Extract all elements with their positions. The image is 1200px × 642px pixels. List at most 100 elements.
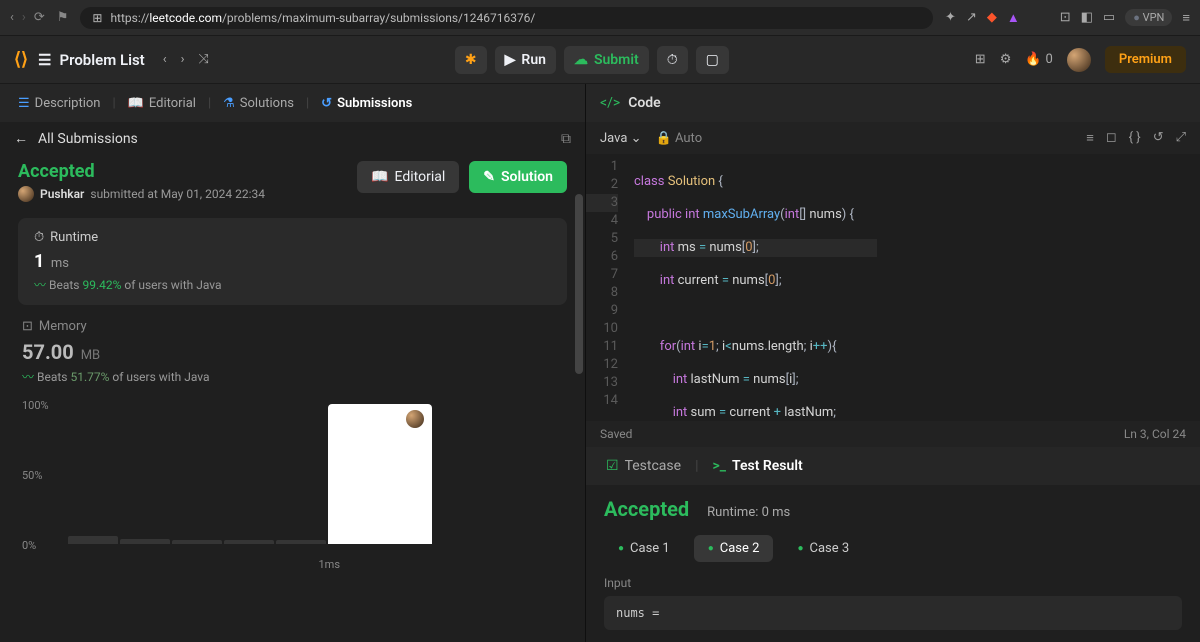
notes-button[interactable]: ▢ (696, 46, 729, 74)
tab-test-result[interactable]: >_Test Result (706, 454, 808, 478)
code-icon: </> (600, 95, 620, 111)
chart-icon: 〰 (22, 370, 34, 384)
forward-icon[interactable]: › (22, 10, 26, 25)
code-editor[interactable]: 1234567891011121314 class Solution { pub… (586, 154, 1200, 421)
vpn-badge[interactable]: ● VPN (1125, 9, 1172, 26)
layout-icon[interactable]: ⊞ (975, 52, 986, 67)
all-submissions-link[interactable]: All Submissions (38, 131, 138, 147)
marker-avatar (406, 410, 424, 428)
y-axis-0: 0% (22, 539, 36, 552)
verdict-title: Accepted (18, 161, 265, 182)
share-icon[interactable]: ↗ (966, 10, 977, 25)
problem-list-button[interactable]: ☰ Problem List (38, 51, 145, 69)
result-runtime: Runtime: 0 ms (707, 505, 790, 520)
menu-icon[interactable]: ≡ (1182, 10, 1190, 26)
submission-meta: Pushkar submitted at May 01, 2024 22:34 (18, 186, 265, 202)
next-problem-icon[interactable]: › (181, 52, 185, 67)
run-button[interactable]: ▶Run (495, 46, 556, 74)
lock-icon: ⊞ (92, 11, 102, 25)
code-header: </> Code (586, 84, 1200, 122)
case-2[interactable]: ●Case 2 (694, 535, 774, 562)
bar (68, 536, 118, 544)
app-toolbar: ⟨⟩ ☰ Problem List ‹ › ⤨ ✱ ▶Run ☁Submit ⏱… (0, 36, 1200, 84)
brave-icon[interactable]: ◆ (987, 10, 997, 25)
editorial-button[interactable]: 📖Editorial (357, 161, 459, 193)
bar (120, 539, 170, 544)
chart-icon: 〰 (34, 278, 46, 292)
test-cases: ●Case 1 ●Case 2 ●Case 3 (604, 535, 1182, 562)
line-gutter: 1234567891011121314 (586, 154, 626, 421)
input-box: nums = (604, 596, 1182, 630)
cloud-icon: ☁ (574, 52, 588, 68)
bug-icon: ✱ (465, 52, 477, 68)
wallet-icon[interactable]: ▭ (1103, 10, 1115, 25)
list-icon: ☰ (38, 51, 51, 69)
copy-link-icon[interactable]: ⧉ (561, 131, 571, 147)
input-section: Input nums = (604, 576, 1182, 630)
tab-solutions[interactable]: ⚗Solutions (215, 90, 302, 117)
problem-tabs: ☰Description | 📖Editorial | ⚗Solutions |… (0, 84, 585, 122)
braces-icon[interactable]: { } (1129, 130, 1141, 146)
subheader: ← All Submissions ⧉ (0, 122, 585, 155)
cursor-position: Ln 3, Col 24 (1124, 427, 1186, 441)
browser-chrome: ‹ › ⟳ ⚑ ⊞ https://leetcode.com/problems/… (0, 0, 1200, 36)
book-icon: 📖 (371, 169, 388, 185)
premium-button[interactable]: Premium (1105, 46, 1186, 73)
main-split: ☰Description | 📖Editorial | ⚗Solutions |… (0, 84, 1200, 642)
submit-button[interactable]: ☁Submit (564, 46, 649, 74)
language-select[interactable]: Java ⌄ (600, 131, 642, 146)
left-panel: ☰Description | 📖Editorial | ⚗Solutions |… (0, 84, 586, 642)
submitted-at: submitted at May 01, 2024 22:34 (90, 187, 265, 201)
chip-icon: ⊡ (22, 319, 33, 334)
x-axis-label: 1ms (319, 558, 341, 571)
y-axis-50: 50% (22, 469, 42, 482)
avatar[interactable] (1067, 48, 1091, 72)
bar-current[interactable] (328, 404, 432, 544)
panel-icon[interactable]: ◧ (1081, 10, 1093, 25)
debug-button[interactable]: ✱ (455, 46, 487, 74)
play-icon: ▶ (505, 52, 516, 68)
y-axis-100: 100% (22, 399, 49, 412)
url-bar[interactable]: ⊞ https://leetcode.com/problems/maximum-… (80, 7, 933, 29)
toolbar-right: ⊞ ⚙ 🔥0 Premium (975, 46, 1186, 73)
reset-icon[interactable]: ↺ (1153, 130, 1164, 146)
memory-section: ⊡Memory 57.00 MB 〰 Beats 51.77% of users… (18, 319, 567, 569)
leetcode-logo[interactable]: ⟨⟩ (14, 49, 28, 70)
username[interactable]: Pushkar (40, 187, 84, 201)
tab-testcase[interactable]: ☑Testcase (600, 454, 687, 478)
bookmark-icon[interactable]: ⚑ (57, 10, 69, 25)
scrollbar[interactable] (575, 194, 583, 374)
streak[interactable]: 🔥0 (1025, 52, 1053, 67)
edit-icon: ✎ (483, 169, 495, 185)
ext-icon[interactable]: ⊡ (1060, 10, 1071, 25)
runtime-card[interactable]: ⏱Runtime 1 ms 〰 Beats 99.42% of users wi… (18, 218, 567, 305)
submission-content: Accepted Pushkar submitted at May 01, 20… (0, 155, 585, 642)
auto-complete[interactable]: 🔒 Auto (656, 131, 703, 146)
solution-button[interactable]: ✎Solution (469, 161, 567, 193)
bar (172, 540, 222, 544)
tab-editorial[interactable]: 📖Editorial (120, 90, 204, 117)
flask-icon: ⚗ (223, 96, 235, 111)
code-body[interactable]: class Solution { public int maxSubArray(… (626, 154, 877, 421)
bar (276, 540, 326, 544)
settings-icon[interactable]: ⚙ (1000, 52, 1012, 67)
case-3[interactable]: ●Case 3 (783, 535, 863, 562)
editor-status-bar: Saved Ln 3, Col 24 (586, 421, 1200, 447)
star-icon[interactable]: ✦ (945, 10, 956, 25)
timer-button[interactable]: ⏱ (657, 46, 688, 74)
reload-icon[interactable]: ⟳ (34, 10, 45, 25)
result-verdict: Accepted (604, 497, 689, 521)
bookmark-icon[interactable]: ◻ (1106, 130, 1117, 146)
right-panel: </> Code Java ⌄ 🔒 Auto ≡ ◻ { } ↺ ⤢ 12345… (586, 84, 1200, 642)
back-icon[interactable]: ‹ (10, 10, 14, 25)
back-arrow-icon[interactable]: ← (14, 130, 28, 147)
warn-icon[interactable]: ▲ (1007, 10, 1020, 26)
case-1[interactable]: ●Case 1 (604, 535, 684, 562)
tab-description[interactable]: ☰Description (10, 90, 108, 117)
shuffle-icon[interactable]: ⤨ (199, 52, 209, 67)
fullscreen-icon[interactable]: ⤢ (1176, 130, 1186, 146)
tab-submissions[interactable]: ↺Submissions (313, 90, 420, 117)
prev-problem-icon[interactable]: ‹ (163, 52, 167, 67)
format-icon[interactable]: ≡ (1086, 130, 1094, 146)
stopwatch-icon: ⏱ (667, 52, 678, 68)
